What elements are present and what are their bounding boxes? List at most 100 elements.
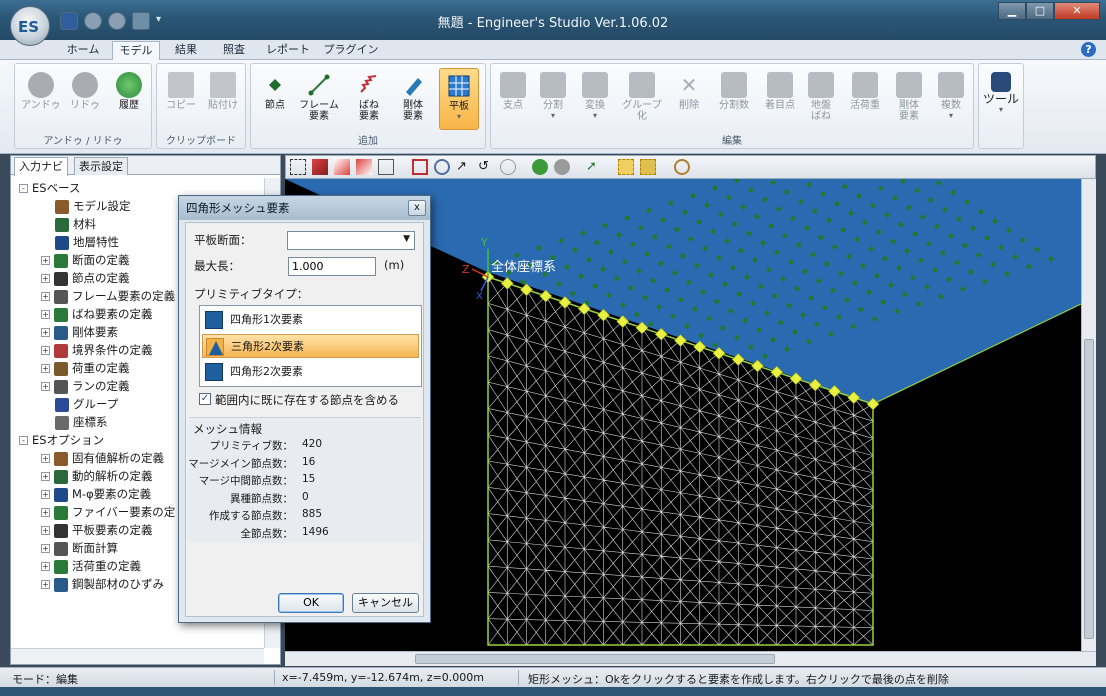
tree-item[interactable]: + 断面計算 [41, 540, 118, 557]
view-iso-icon[interactable] [312, 159, 328, 175]
include-nodes-checkbox[interactable]: ✓ [199, 393, 211, 405]
tree-item[interactable]: + 活荷重の定義 [41, 558, 141, 575]
viewport-vertical-scrollbar[interactable] [1081, 179, 1096, 651]
dialog-title[interactable]: 四角形メッシュ要素 [179, 196, 430, 220]
tree-item[interactable]: + 鋼製部材のひずみ [41, 576, 164, 593]
split-count-button[interactable]: 分割数 [711, 68, 757, 128]
max-length-input[interactable] [288, 257, 376, 276]
tree-item[interactable]: + 境界条件の定義 [41, 342, 153, 359]
tree-item[interactable]: + 動的解析の定義 [41, 468, 153, 485]
tree-item[interactable]: + ばね要素の定義 [41, 306, 153, 323]
add-node-button[interactable]: 節点 [255, 68, 295, 128]
select-rect-icon[interactable] [618, 159, 634, 175]
tab-home[interactable]: ホーム [58, 41, 108, 60]
view-top-icon[interactable] [378, 159, 394, 175]
view-side-icon[interactable] [356, 159, 372, 175]
tree-item[interactable]: モデル設定 [55, 198, 131, 215]
tree-item[interactable]: + 剛体要素 [41, 324, 118, 341]
tab-input-navi[interactable]: 入力ナビ [14, 157, 68, 176]
duplicate-button[interactable]: 複数 ▾ [931, 68, 971, 128]
expand-icon[interactable]: + [41, 328, 50, 337]
pan-icon[interactable]: ↗ [456, 159, 472, 175]
tree-item[interactable]: 地層特性 [55, 234, 119, 251]
expand-icon[interactable]: + [41, 508, 50, 517]
tree-item[interactable]: + ランの定義 [41, 378, 130, 395]
paste-button[interactable]: 貼付け [203, 68, 243, 128]
expand-icon[interactable]: + [41, 292, 50, 301]
expand-icon[interactable]: + [41, 382, 50, 391]
expand-icon[interactable]: + [41, 364, 50, 373]
expand-icon[interactable]: + [41, 256, 50, 265]
expand-icon[interactable]: + [41, 346, 50, 355]
add-spring-button[interactable]: ばね 要素 [349, 68, 389, 128]
viewport-horizontal-scrollbar[interactable] [285, 651, 1096, 666]
tab-check[interactable]: 照査 [212, 41, 256, 60]
tree-item[interactable]: + フレーム要素の定義 [41, 288, 175, 305]
tree-item[interactable]: + 固有値解析の定義 [41, 450, 164, 467]
primitive-tri2[interactable]: 三角形2次要素 [202, 334, 419, 358]
tab-model[interactable]: モデル [112, 41, 160, 60]
zoom-out-icon[interactable] [434, 159, 450, 175]
expand-icon[interactable]: + [41, 274, 50, 283]
tree-item[interactable]: グループ [55, 396, 118, 413]
expand-icon[interactable]: + [41, 526, 50, 535]
expand-icon[interactable]: + [41, 454, 50, 463]
tree-item[interactable]: - ESベース [19, 180, 81, 197]
expand-icon[interactable]: + [41, 472, 50, 481]
add-frame-button[interactable]: フレーム 要素 [299, 68, 339, 128]
tool-button[interactable]: ツール ▾ [981, 68, 1021, 128]
tree-item[interactable]: + 断面の定義 [41, 252, 130, 269]
live-load-button[interactable]: 活荷重 [843, 68, 887, 128]
tree-item[interactable]: - ESオプション [19, 432, 104, 449]
maximize-button[interactable]: □ [1026, 2, 1054, 20]
redo-button[interactable]: リドゥ [65, 68, 105, 128]
split-button[interactable]: 分割 ▾ [533, 68, 573, 128]
pointer-icon[interactable]: ➚ [586, 159, 602, 175]
minimize-button[interactable]: ▁ [998, 2, 1026, 20]
back-icon[interactable] [532, 159, 548, 175]
expand-icon[interactable]: + [41, 580, 50, 589]
tree-item[interactable]: + M-φ要素の定義 [41, 486, 151, 503]
primitive-quad2[interactable]: 四角形2次要素 [202, 360, 419, 384]
expand-icon[interactable]: + [41, 490, 50, 499]
support-button[interactable]: 支点 [493, 68, 533, 128]
tree-item[interactable]: 座標系 [55, 414, 108, 431]
tree-item[interactable]: + 荷重の定義 [41, 360, 130, 377]
cancel-button[interactable]: キャンセル [352, 593, 419, 613]
zoom-window-icon[interactable] [412, 159, 428, 175]
tab-display-settings[interactable]: 表示設定 [74, 157, 128, 175]
tree-horizontal-scrollbar[interactable] [11, 648, 264, 664]
expand-icon[interactable]: + [41, 544, 50, 553]
collapse-icon[interactable]: - [19, 436, 28, 445]
copy-button[interactable]: コピー [161, 68, 201, 128]
viewport-hscroll-thumb[interactable] [415, 654, 775, 664]
tree-item[interactable]: 材料 [55, 216, 96, 233]
tab-report[interactable]: レポート [260, 41, 316, 60]
group-button[interactable]: グループ 化 [619, 68, 665, 128]
delete-button[interactable]: ✕ 削除 [669, 68, 709, 128]
view-front-icon[interactable] [334, 159, 350, 175]
tree-item[interactable]: + 平板要素の定義 [41, 522, 153, 539]
rigid-element-button[interactable]: 剛体 要素 [889, 68, 929, 128]
collapse-icon[interactable]: - [19, 184, 28, 193]
help-icon[interactable]: ? [1081, 42, 1096, 57]
viewport-vscroll-thumb[interactable] [1084, 339, 1094, 639]
undo-button[interactable]: アンドゥ [21, 68, 61, 128]
close-button[interactable]: ✕ [1054, 2, 1100, 20]
find-icon[interactable] [674, 159, 690, 175]
dialog-close-button[interactable]: x [408, 200, 426, 216]
transform-button[interactable]: 変換 ▾ [575, 68, 615, 128]
add-rigid-button[interactable]: 剛体 要素 [393, 68, 433, 128]
rotate-icon[interactable]: ↺ [478, 159, 494, 175]
expand-icon[interactable]: + [41, 562, 50, 571]
orbit-icon[interactable] [500, 159, 516, 175]
ground-spring-button[interactable]: 地盤 ばね [801, 68, 841, 128]
history-button[interactable]: 履歴 [109, 68, 149, 128]
focus-point-button[interactable]: 着目点 [757, 68, 803, 128]
ok-button[interactable]: OK [278, 593, 344, 613]
app-logo[interactable]: ES [10, 6, 50, 46]
section-select[interactable]: ▼ [287, 231, 415, 250]
add-plate-button[interactable]: 平板 ▾ [439, 68, 479, 130]
forward-icon[interactable] [554, 159, 570, 175]
expand-icon[interactable]: + [41, 310, 50, 319]
